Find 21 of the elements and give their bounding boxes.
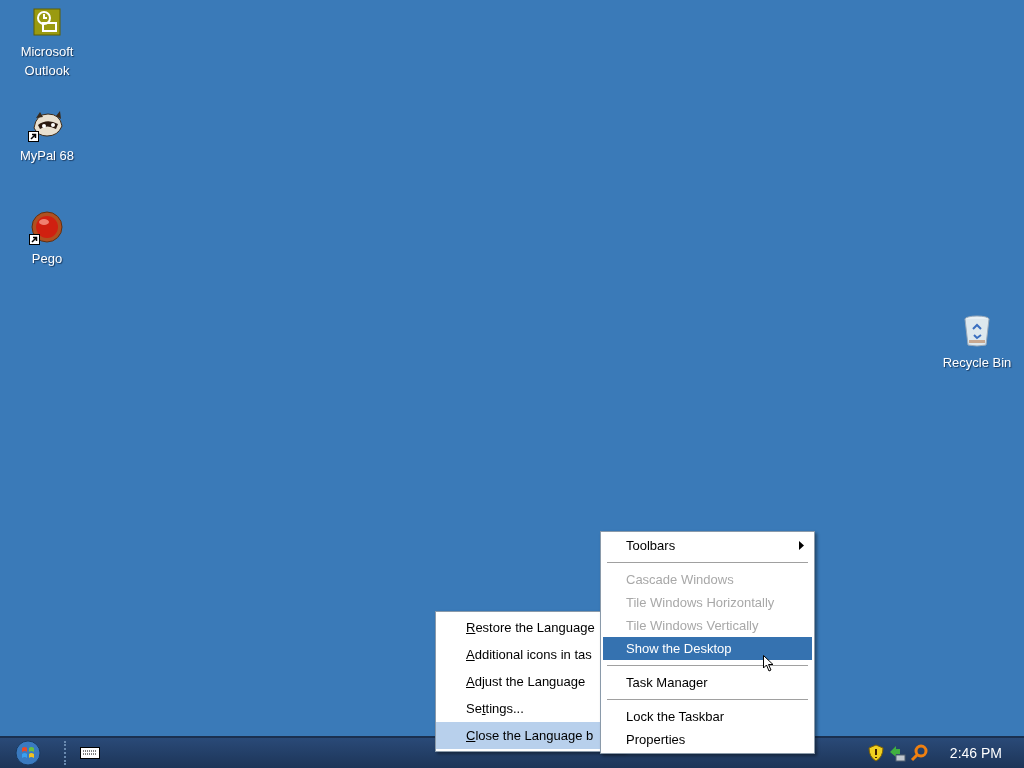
- start-orb-icon[interactable]: [15, 740, 41, 766]
- shield-icon[interactable]: [867, 744, 884, 762]
- menu-item[interactable]: Task Manager: [603, 671, 812, 694]
- raccoon-icon: [30, 110, 64, 140]
- calendar-envelope-icon: [33, 8, 61, 36]
- desktop-icon-label[interactable]: Recycle Bin: [942, 353, 1012, 372]
- magnifier-icon[interactable]: [909, 744, 928, 762]
- submenu-arrow-icon: [799, 541, 804, 550]
- shortcut-arrow-icon: [29, 234, 40, 245]
- desktop-icon-label[interactable]: MyPal 68: [19, 146, 75, 165]
- desktop-icon[interactable]: [31, 209, 63, 243]
- shortcut-arrow-icon: [28, 131, 39, 142]
- mouse-pointer-icon: [763, 655, 774, 672]
- menu-item[interactable]: Show the Desktop: [603, 637, 812, 660]
- recycle-bin-icon: [964, 315, 990, 347]
- desktop-icon-label[interactable]: Microsoft Outlook: [6, 42, 88, 80]
- clock[interactable]: 2:46 PM: [949, 742, 1002, 764]
- desktop-icon-label[interactable]: Pego: [31, 249, 63, 268]
- keyboard-icon[interactable]: [80, 747, 100, 759]
- ball-icon: [31, 211, 63, 243]
- menu-item[interactable]: Toolbars: [603, 534, 812, 557]
